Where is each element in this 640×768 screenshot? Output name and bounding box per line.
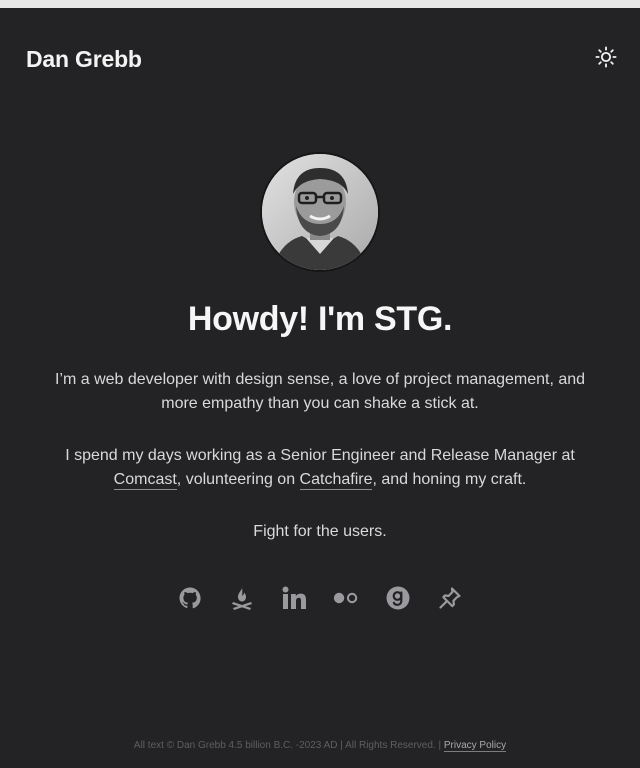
sun-icon <box>595 45 617 73</box>
goodreads-icon[interactable] <box>385 585 411 611</box>
pinboard-icon[interactable] <box>437 585 463 611</box>
github-icon[interactable] <box>177 585 203 611</box>
privacy-policy-link[interactable]: Privacy Policy <box>443 740 507 752</box>
avatar-portrait <box>262 154 378 270</box>
page-title: Howdy! I'm STG. <box>187 300 453 338</box>
flickr-icon[interactable] <box>333 585 359 611</box>
comcast-link[interactable]: Comcast <box>113 471 177 490</box>
copyright-text: All text © Dan Grebb 4.5 billion B.C. -2… <box>133 740 444 751</box>
theme-toggle-button[interactable] <box>594 45 618 73</box>
site-header: Dan Grebb <box>26 44 618 74</box>
browser-top-strip <box>0 0 640 8</box>
motto: Fight for the users. <box>253 523 387 540</box>
site-brand[interactable]: Dan Grebb <box>26 44 142 74</box>
avatar <box>260 152 380 272</box>
social-links <box>0 584 640 612</box>
work-text-before: I spend my days working as a Senior Engi… <box>65 447 575 464</box>
campfire-icon[interactable] <box>229 585 255 611</box>
main-content: Howdy! I'm STG. I’m a web developer with… <box>0 152 640 612</box>
work-text-middle: , volunteering on <box>176 471 300 488</box>
work-paragraph: I spend my days working as a Senior Engi… <box>40 444 600 492</box>
linkedin-icon[interactable] <box>281 585 307 611</box>
intro-paragraph: I’m a web developer with design sense, a… <box>54 371 586 412</box>
catchafire-link[interactable]: Catchafire <box>299 471 373 490</box>
work-text-after: , and honing my craft. <box>372 471 527 488</box>
site-footer: All text © Dan Grebb 4.5 billion B.C. -2… <box>0 738 640 754</box>
